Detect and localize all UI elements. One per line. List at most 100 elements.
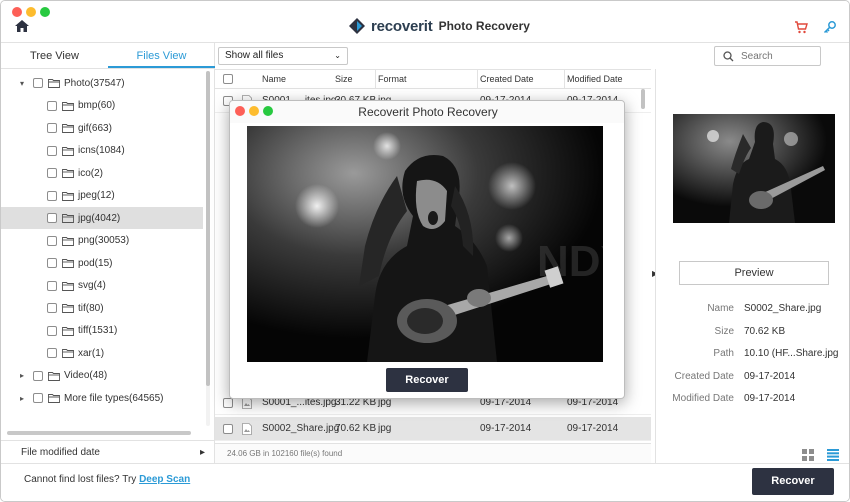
folder-icon bbox=[62, 349, 74, 358]
tree-item[interactable]: xar(1) bbox=[1, 342, 203, 364]
column-name[interactable]: Name bbox=[262, 70, 286, 88]
cell-created-date: 09-17-2014 bbox=[480, 423, 532, 434]
preview-button[interactable]: Preview bbox=[679, 261, 829, 285]
photo-preview-image: NDY bbox=[247, 126, 603, 362]
list-header: Name Size Format Created Date Modified D… bbox=[215, 69, 651, 89]
dialog-recover-button[interactable]: Recover bbox=[386, 368, 468, 392]
tree-item[interactable]: ▸ More file types(64565) bbox=[1, 387, 203, 409]
cell-name: S0002_Share.jpg bbox=[262, 423, 340, 434]
tree-item-checkbox[interactable] bbox=[47, 123, 57, 133]
tree-item-checkbox[interactable] bbox=[47, 258, 57, 268]
dialog-minimize-button[interactable] bbox=[249, 106, 259, 116]
metadata-key: Modified Date bbox=[672, 393, 734, 404]
row-checkbox[interactable] bbox=[223, 424, 233, 434]
tree-item[interactable]: ▸ Video(48) bbox=[1, 365, 203, 387]
tab-files-view[interactable]: Files View bbox=[108, 43, 215, 68]
tree-horizontal-scrollbar[interactable] bbox=[7, 431, 191, 435]
tree-item-checkbox[interactable] bbox=[47, 325, 57, 336]
folder-icon bbox=[62, 146, 74, 156]
chevron-down-icon[interactable]: ▾ bbox=[17, 79, 27, 88]
metadata-key: Created Date bbox=[674, 370, 734, 382]
brand-product: Photo Recovery bbox=[438, 19, 530, 33]
search-box[interactable] bbox=[714, 46, 821, 66]
grid-view-icon[interactable] bbox=[802, 449, 814, 461]
tree-item[interactable]: tiff(1531) bbox=[1, 320, 203, 342]
close-window-button[interactable] bbox=[12, 7, 22, 17]
column-modified-date[interactable]: Modified Date bbox=[564, 70, 623, 88]
file-modified-date-filter[interactable]: File modified date ▸ bbox=[1, 440, 215, 464]
chevron-right-icon[interactable]: ▸ bbox=[17, 371, 27, 380]
tree-item-checkbox[interactable] bbox=[47, 100, 57, 111]
metadata-value: 70.62 KB bbox=[744, 325, 786, 337]
key-icon[interactable] bbox=[823, 20, 837, 34]
show-files-select[interactable]: Show all files ⌄ bbox=[218, 47, 348, 65]
tree-item-checkbox[interactable] bbox=[47, 348, 57, 358]
row-checkbox[interactable] bbox=[223, 398, 233, 408]
metadata-key: Name bbox=[707, 303, 734, 314]
column-size[interactable]: Size bbox=[335, 70, 353, 88]
tree-item[interactable]: svg(4) bbox=[1, 275, 203, 297]
tree-item[interactable]: tif(80) bbox=[1, 297, 203, 319]
tree-item[interactable]: pod(15) bbox=[1, 252, 203, 274]
tree-scrollbar[interactable] bbox=[206, 71, 210, 426]
folder-icon bbox=[62, 281, 74, 291]
tree-item-label: tiff(1531) bbox=[78, 325, 118, 336]
home-icon[interactable] bbox=[14, 19, 30, 33]
folder-icon bbox=[62, 304, 74, 313]
tree-item-checkbox[interactable] bbox=[47, 280, 57, 291]
tree-item-checkbox[interactable] bbox=[47, 190, 57, 201]
tree-item-checkbox[interactable] bbox=[47, 303, 57, 313]
minimize-window-button[interactable] bbox=[26, 7, 36, 17]
bottom-bar: Cannot find lost files? Try Deep Scan Re… bbox=[1, 463, 849, 501]
details-panel: Preview Name S0002_Share.jpg Size 70.62 KB P… bbox=[655, 69, 849, 463]
tree-item-checkbox[interactable] bbox=[47, 145, 57, 156]
metadata-row: Name S0002_Share.jpg bbox=[656, 303, 849, 323]
tree-item-checkbox[interactable] bbox=[33, 370, 43, 381]
deep-scan-link[interactable]: Deep Scan bbox=[139, 474, 190, 485]
table-row[interactable]: S0002_Share.jpg 70.62 KB jpg 09-17-2014 09-1… bbox=[215, 417, 651, 441]
tree-item[interactable]: gif(663) bbox=[1, 117, 203, 139]
tree-item-checkbox[interactable] bbox=[47, 168, 57, 178]
select-all-checkbox[interactable] bbox=[223, 74, 233, 84]
dialog-close-button[interactable] bbox=[235, 106, 245, 116]
tree-item-label: jpg(4042) bbox=[78, 212, 121, 224]
cart-icon[interactable] bbox=[794, 20, 808, 34]
tree-item-label: png(30053) bbox=[78, 235, 130, 246]
photo-thumbnail-image bbox=[673, 114, 835, 223]
metadata-key: Size bbox=[714, 325, 734, 337]
dialog-zoom-button[interactable] bbox=[263, 106, 273, 116]
folder-icon bbox=[62, 236, 74, 246]
tree-item-checkbox[interactable] bbox=[47, 235, 57, 246]
tree-item-checkbox[interactable] bbox=[33, 78, 43, 88]
tree-item-label: svg(4) bbox=[78, 280, 106, 291]
tree-scrollbar-thumb[interactable] bbox=[206, 71, 210, 386]
deep-scan-prompt: Cannot find lost files? Try Deep Scan bbox=[24, 474, 190, 485]
tree-item-checkbox[interactable] bbox=[33, 393, 43, 403]
recover-button[interactable]: Recover bbox=[752, 468, 834, 495]
tree-item[interactable]: bmp(60) bbox=[1, 95, 203, 117]
filter-label: File modified date bbox=[21, 447, 100, 458]
metadata-value: 09-17-2014 bbox=[744, 393, 796, 404]
tree-item[interactable]: ico(2) bbox=[1, 162, 203, 184]
column-format[interactable]: Format bbox=[375, 70, 407, 88]
list-view-icon[interactable] bbox=[827, 449, 839, 461]
tree-item-label: gif(663) bbox=[78, 122, 112, 134]
column-created-date[interactable]: Created Date bbox=[477, 70, 534, 88]
app-window: recoverit Photo Recovery Tree View Files… bbox=[0, 0, 850, 502]
folder-icon bbox=[62, 259, 74, 268]
list-scrollbar-thumb[interactable] bbox=[641, 89, 645, 109]
metadata-row: Created Date 09-17-2014 bbox=[656, 370, 849, 391]
search-input[interactable] bbox=[741, 49, 817, 63]
brand: recoverit Photo Recovery bbox=[349, 16, 530, 36]
tree-item-checkbox[interactable] bbox=[47, 213, 57, 223]
zoom-window-button[interactable] bbox=[40, 7, 50, 17]
tree-item[interactable]: png(30053) bbox=[1, 230, 203, 252]
tab-tree-view[interactable]: Tree View bbox=[1, 43, 108, 68]
tree-item[interactable]: ▾ Photo(37547) bbox=[1, 72, 203, 94]
folder-icon bbox=[62, 326, 74, 336]
tree-item[interactable]: jpg(4042) bbox=[1, 207, 203, 229]
tree-item[interactable]: icns(1084) bbox=[1, 140, 203, 162]
tree-item[interactable]: jpeg(12) bbox=[1, 185, 203, 207]
chevron-right-icon[interactable]: ▸ bbox=[17, 394, 27, 403]
tree-item-label: pod(15) bbox=[78, 257, 113, 269]
